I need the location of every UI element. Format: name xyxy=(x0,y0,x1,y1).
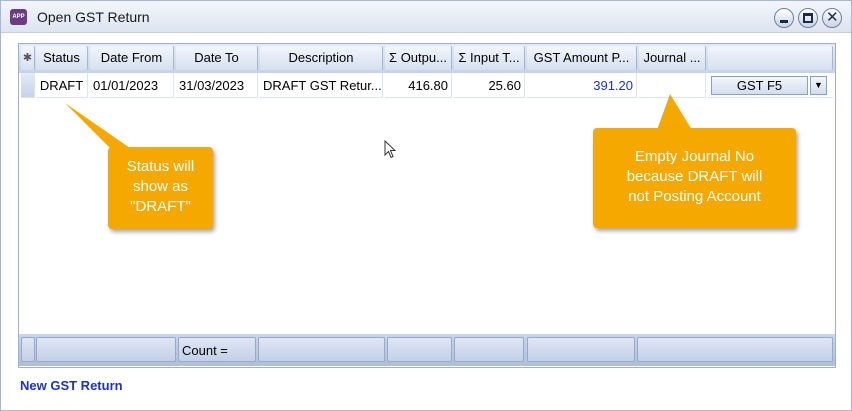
cell-input-tax[interactable]: 25.60 xyxy=(454,73,525,98)
column-header-description[interactable]: Description xyxy=(260,46,383,70)
form-type-select[interactable]: GST F5 xyxy=(711,76,808,95)
cell-gst-amount[interactable]: 391.20 xyxy=(527,73,637,98)
journal-callout-line-2: because DRAFT will xyxy=(626,168,763,185)
status-callout-line-2: show as xyxy=(132,178,189,195)
column-header-input-tax[interactable]: Σ Input T... xyxy=(454,46,525,70)
app-icon: APP xyxy=(10,9,27,25)
cell-status[interactable]: DRAFT xyxy=(36,73,88,98)
cell-description[interactable]: DRAFT GST Retur... xyxy=(260,73,383,98)
footer-sum-input xyxy=(454,337,524,362)
column-header-form[interactable] xyxy=(708,46,833,70)
table-row[interactable]: DRAFT 01/01/2023 31/03/2023 DRAFT GST Re… xyxy=(19,73,835,98)
status-callout: Status will show as "DRAFT" xyxy=(108,147,213,229)
maximize-button[interactable] xyxy=(798,8,818,28)
row-selector-header[interactable]: ✱ xyxy=(21,46,35,70)
new-gst-return-link[interactable]: New GST Return xyxy=(20,378,123,393)
column-header-date-from[interactable]: Date From xyxy=(90,46,174,70)
cell-output-tax[interactable]: 416.80 xyxy=(385,73,452,98)
minimize-button[interactable] xyxy=(774,8,794,28)
column-header-status[interactable]: Status xyxy=(36,46,88,70)
column-header-gst-amount[interactable]: GST Amount P... xyxy=(527,46,637,70)
close-button[interactable]: ✕ xyxy=(822,8,842,28)
footer-cell-rest xyxy=(637,337,833,362)
grid-header-row: ✱ Status Date From Date To Description Σ… xyxy=(19,44,835,73)
maximize-icon xyxy=(803,13,813,23)
journal-callout: Empty Journal No because DRAFT will not … xyxy=(593,128,796,228)
column-header-date-to[interactable]: Date To xyxy=(176,46,258,70)
chevron-down-icon[interactable]: ▼ xyxy=(810,76,827,95)
close-icon: ✕ xyxy=(826,9,839,26)
cell-form-type: GST F5 ▼ xyxy=(708,73,833,98)
footer-sum-gst xyxy=(527,337,635,362)
cell-date-from[interactable]: 01/01/2023 xyxy=(90,73,174,98)
footer-cell-description xyxy=(258,337,385,362)
mouse-cursor-icon xyxy=(384,140,397,159)
cell-date-to[interactable]: 31/03/2023 xyxy=(176,73,258,98)
journal-callout-line-1: Empty Journal No xyxy=(634,148,755,165)
footer-cell-status xyxy=(36,337,176,362)
footer-sum-output xyxy=(387,337,452,362)
column-header-journal[interactable]: Journal ... xyxy=(639,46,706,70)
window-title: Open GST Return xyxy=(37,9,150,25)
status-callout-line-1: Status will xyxy=(126,158,195,175)
footer-count: Count = xyxy=(178,337,256,362)
journal-callout-line-3: not Posting Account xyxy=(628,188,761,205)
status-callout-line-3: "DRAFT" xyxy=(130,198,191,215)
row-indicator[interactable] xyxy=(21,73,35,98)
footer-cell-indicator xyxy=(21,337,35,362)
column-header-output-tax[interactable]: Σ Outpu... xyxy=(385,46,452,70)
minimize-icon xyxy=(780,20,788,23)
title-bar[interactable]: APP Open GST Return ✕ xyxy=(1,1,851,33)
grid-footer-row: Count = xyxy=(19,334,835,366)
